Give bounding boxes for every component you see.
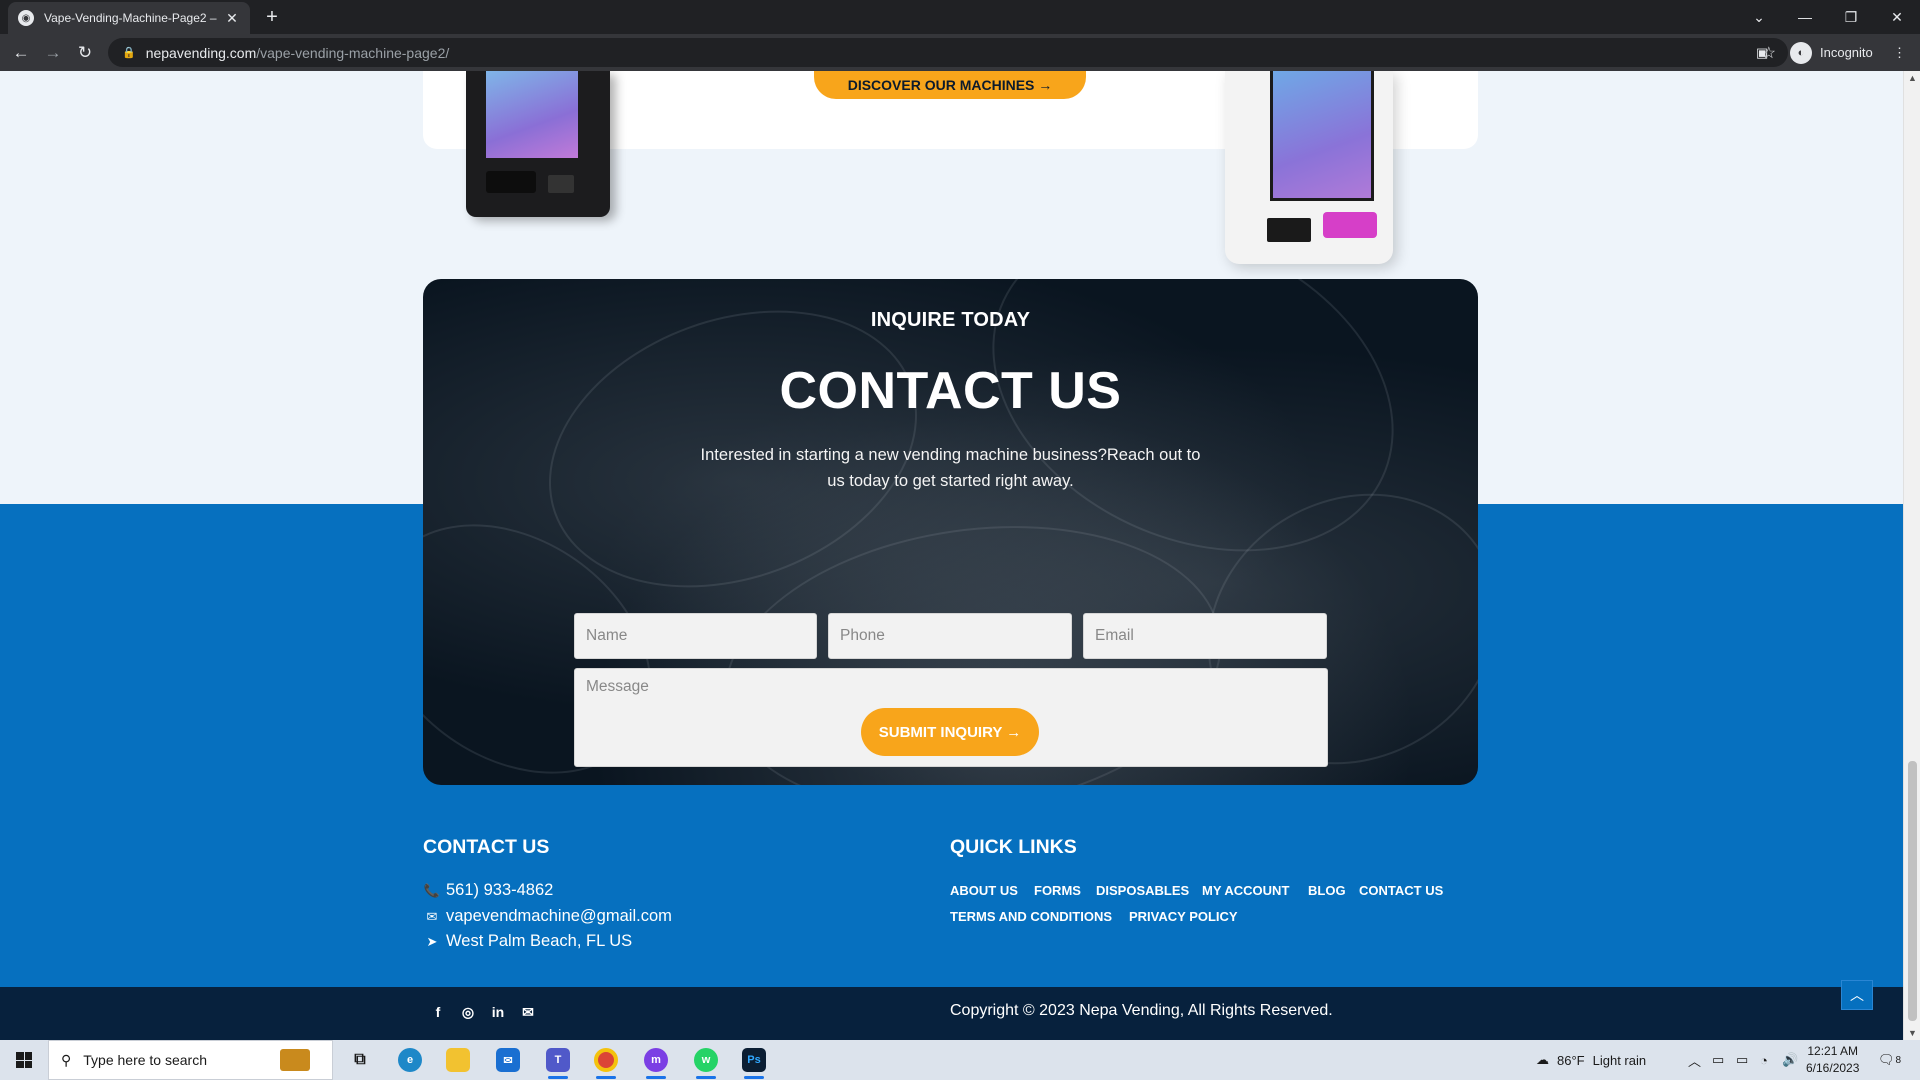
meet-now-icon[interactable]: ▭ xyxy=(1712,1040,1724,1080)
file-explorer-icon[interactable] xyxy=(438,1044,478,1076)
clock-time: 12:21 AM xyxy=(1807,1044,1859,1058)
teams-icon[interactable]: T xyxy=(538,1044,578,1079)
clock-date: 6/16/2023 xyxy=(1806,1061,1860,1075)
facebook-icon[interactable]: f xyxy=(427,1004,449,1020)
phone-text: 561) 933-4862 xyxy=(446,881,554,899)
contact-panel: INQUIRE TODAY CONTACT US Interested in s… xyxy=(423,279,1478,785)
messenger-icon[interactable]: m xyxy=(636,1044,676,1079)
windows-logo-icon xyxy=(16,1052,32,1068)
browser-tabstrip: ◉ Vape-Vending-Machine-Page2 – ✕ + ⌄ — ❐… xyxy=(0,0,1920,34)
phone-icon: 📞 xyxy=(423,882,441,898)
browser-toolbar: ← → ↻ 🔒 nepavending.com/vape-vending-mac… xyxy=(0,34,1920,71)
instagram-icon[interactable]: ◎ xyxy=(457,1004,479,1021)
close-tab-icon[interactable]: ✕ xyxy=(224,10,240,27)
start-button[interactable] xyxy=(0,1040,48,1080)
submit-inquiry-button[interactable]: SUBMIT INQUIRY → xyxy=(861,708,1039,756)
taskbar-clock[interactable]: 12:21 AM 6/16/2023 xyxy=(1806,1043,1859,1077)
phone-input[interactable]: Phone xyxy=(828,613,1072,659)
menu-kebab-icon[interactable]: ⋮ xyxy=(1893,38,1906,67)
weather-widget[interactable]: ☁ 86°F Light rain xyxy=(1536,1040,1646,1080)
lock-icon: 🔒 xyxy=(122,47,136,59)
footer-contact-heading: CONTACT US xyxy=(423,836,550,858)
incognito-label: Incognito xyxy=(1820,45,1873,60)
wifi-icon[interactable]: ◔ xyxy=(1760,1040,1768,1080)
photoshop-icon[interactable]: Ps xyxy=(734,1044,774,1079)
quick-link-about-us[interactable]: ABOUT US xyxy=(950,883,1018,898)
briefcase-icon xyxy=(280,1049,310,1071)
incognito-icon: ◐ xyxy=(1790,41,1812,64)
quick-links-heading: QUICK LINKS xyxy=(950,836,1077,858)
search-icon: ⚲ xyxy=(61,1051,72,1068)
address-bar[interactable]: 🔒 nepavending.com/vape-vending-machine-p… xyxy=(108,38,1788,67)
copyright-text: Copyright © 2023 Nepa Vending, All Right… xyxy=(950,1002,1333,1019)
footer-email[interactable]: ✉ vapevendmachine@gmail.com xyxy=(423,907,672,926)
close-window-button[interactable]: ✕ xyxy=(1874,0,1920,34)
location-text: West Palm Beach, FL US xyxy=(446,932,633,950)
chrome-icon[interactable] xyxy=(586,1044,626,1079)
page-scrollbar[interactable]: ▲ ▼ xyxy=(1903,71,1920,1040)
email-icon: ✉ xyxy=(426,908,438,924)
new-tab-button[interactable]: + xyxy=(260,6,284,30)
weather-cloud-icon: ☁ xyxy=(1536,1052,1549,1067)
restore-button[interactable]: ❐ xyxy=(1828,0,1874,34)
email-input[interactable]: Email xyxy=(1083,613,1327,659)
scroll-up-arrow-icon[interactable]: ▲ xyxy=(1904,73,1920,83)
weather-desc: Light rain xyxy=(1592,1052,1647,1068)
tab-search-chevron-icon[interactable]: ⌄ xyxy=(1736,0,1782,34)
search-placeholder: Type here to search xyxy=(83,1052,208,1068)
notifications-button[interactable]: 🗨 8 xyxy=(1878,1040,1901,1080)
url-domain: nepavending.com xyxy=(145,44,257,61)
volume-icon[interactable]: 🔊 xyxy=(1782,1040,1798,1080)
vending-machine-image-white xyxy=(1225,71,1393,264)
footer-phone[interactable]: 📞 561) 933-4862 xyxy=(423,881,553,900)
tab-title: Vape-Vending-Machine-Page2 – xyxy=(44,11,217,25)
back-button[interactable]: ← xyxy=(8,40,34,66)
task-view-icon[interactable]: ⧉ xyxy=(340,1044,380,1076)
reload-button[interactable]: ↻ xyxy=(72,40,98,66)
tray-chevron-icon[interactable]: ︿ xyxy=(1688,1040,1701,1080)
windows-taskbar: ⚲ Type here to search ⧉ e ✉ T m w Ps ☁ 8… xyxy=(0,1040,1920,1080)
notifications-icon: 🗨 xyxy=(1878,1052,1895,1067)
battery-icon[interactable]: ▭ xyxy=(1736,1040,1748,1080)
quick-link-contact-us[interactable]: CONTACT US xyxy=(1359,883,1443,898)
linkedin-icon[interactable]: in xyxy=(487,1004,509,1020)
weather-temp: 86°F xyxy=(1557,1052,1585,1068)
vending-machine-image-black xyxy=(466,71,610,217)
forward-button[interactable]: → xyxy=(40,40,66,66)
footer-location: ➤ West Palm Beach, FL US xyxy=(423,932,633,951)
minimize-button[interactable]: — xyxy=(1782,0,1828,34)
incognito-profile[interactable]: ◐ Incognito xyxy=(1790,38,1873,67)
name-input[interactable]: Name xyxy=(574,613,817,659)
location-arrow-icon: ➤ xyxy=(426,933,438,949)
scrollbar-thumb[interactable] xyxy=(1908,761,1917,1021)
quick-link-disposables[interactable]: DISPOSABLES xyxy=(1096,883,1189,898)
browser-tab[interactable]: ◉ Vape-Vending-Machine-Page2 – ✕ xyxy=(8,2,250,34)
contact-title: CONTACT US xyxy=(779,362,1122,420)
edge-icon[interactable]: e xyxy=(390,1044,430,1076)
mail-icon[interactable]: ✉ xyxy=(517,1004,539,1021)
whatsapp-icon[interactable]: w xyxy=(686,1044,726,1079)
scroll-down-arrow-icon[interactable]: ▼ xyxy=(1904,1028,1920,1038)
quick-link-blog[interactable]: BLOG xyxy=(1308,883,1346,898)
contact-eyebrow: INQUIRE TODAY xyxy=(870,309,1031,331)
quick-link-privacy[interactable]: PRIVACY POLICY xyxy=(1129,909,1238,924)
quick-link-my-account[interactable]: MY ACCOUNT xyxy=(1202,883,1289,898)
quick-link-forms[interactable]: FORMS xyxy=(1034,883,1081,898)
taskbar-search[interactable]: ⚲ Type here to search xyxy=(48,1040,333,1080)
contact-blurb: Interested in starting a new vending mac… xyxy=(700,446,1201,490)
email-text: vapevendmachine@gmail.com xyxy=(446,907,672,925)
site-favicon-icon: ◉ xyxy=(18,10,34,26)
page-viewport: DISCOVER OUR MACHINES → INQUIRE TODAY CO… xyxy=(0,71,1920,1040)
mail-app-icon[interactable]: ✉ xyxy=(488,1044,528,1076)
notification-count: 8 xyxy=(1895,1054,1902,1066)
scroll-to-top-button[interactable]: ︿ xyxy=(1841,980,1873,1010)
side-panel-icon[interactable]: ▣ xyxy=(1756,38,1768,67)
url-path: /vape-vending-machine-page2/ xyxy=(256,44,450,61)
quick-link-terms[interactable]: TERMS AND CONDITIONS xyxy=(950,909,1112,924)
discover-machines-button[interactable]: DISCOVER OUR MACHINES → xyxy=(814,71,1086,99)
